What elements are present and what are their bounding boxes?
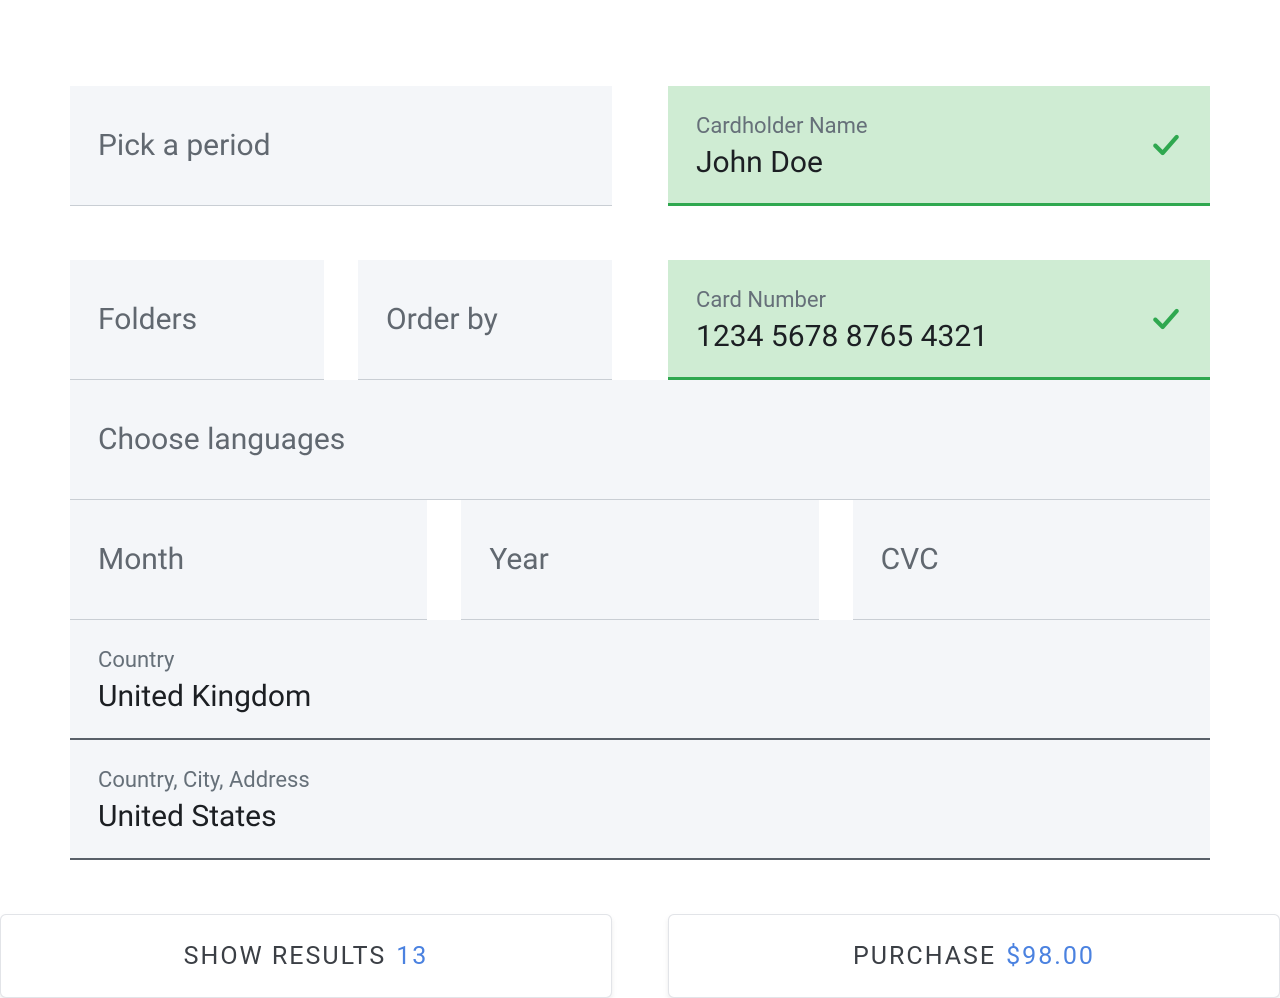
languages-placeholder: Choose languages [98,422,345,457]
expiry-year-placeholder: Year [489,542,548,577]
show-results-button[interactable]: SHOW RESULTS 13 [0,914,612,998]
billing-address-field[interactable]: Country, City, Address United States [70,740,1210,860]
show-results-label: SHOW RESULTS [184,942,387,971]
folders-placeholder: Folders [98,302,197,337]
purchase-button[interactable]: PURCHASE $98.00 [668,914,1280,998]
cardholder-value: John Doe [696,145,868,180]
check-icon [1150,129,1182,161]
period-select[interactable]: Pick a period [70,86,612,206]
purchase-amount: $98.00 [1006,942,1095,971]
billing-address-label: Country, City, Address [98,768,310,793]
check-icon [1150,303,1182,335]
card-number-label: Card Number [696,288,988,313]
country-value: United Kingdom [98,679,311,714]
order-by-placeholder: Order by [386,302,498,337]
billing-address-value: United States [98,799,310,834]
cvc-placeholder: CVC [881,542,939,577]
cardholder-label: Cardholder Name [696,114,868,139]
order-by-select[interactable]: Order by [358,260,612,380]
expiry-month-placeholder: Month [98,542,184,577]
period-placeholder: Pick a period [98,128,271,163]
expiry-month-field[interactable]: Month [70,500,427,620]
folders-select[interactable]: Folders [70,260,324,380]
purchase-label: PURCHASE [853,942,996,971]
card-number-value: 1234 5678 8765 4321 [696,319,988,354]
expiry-year-field[interactable]: Year [461,500,818,620]
languages-select[interactable]: Choose languages [70,380,1210,500]
show-results-count: 13 [396,942,428,971]
country-label: Country [98,648,311,673]
country-select[interactable]: Country United Kingdom [70,620,1210,740]
card-number-field[interactable]: Card Number 1234 5678 8765 4321 [668,260,1210,380]
cvc-field[interactable]: CVC [853,500,1210,620]
cardholder-name-field[interactable]: Cardholder Name John Doe [668,86,1210,206]
